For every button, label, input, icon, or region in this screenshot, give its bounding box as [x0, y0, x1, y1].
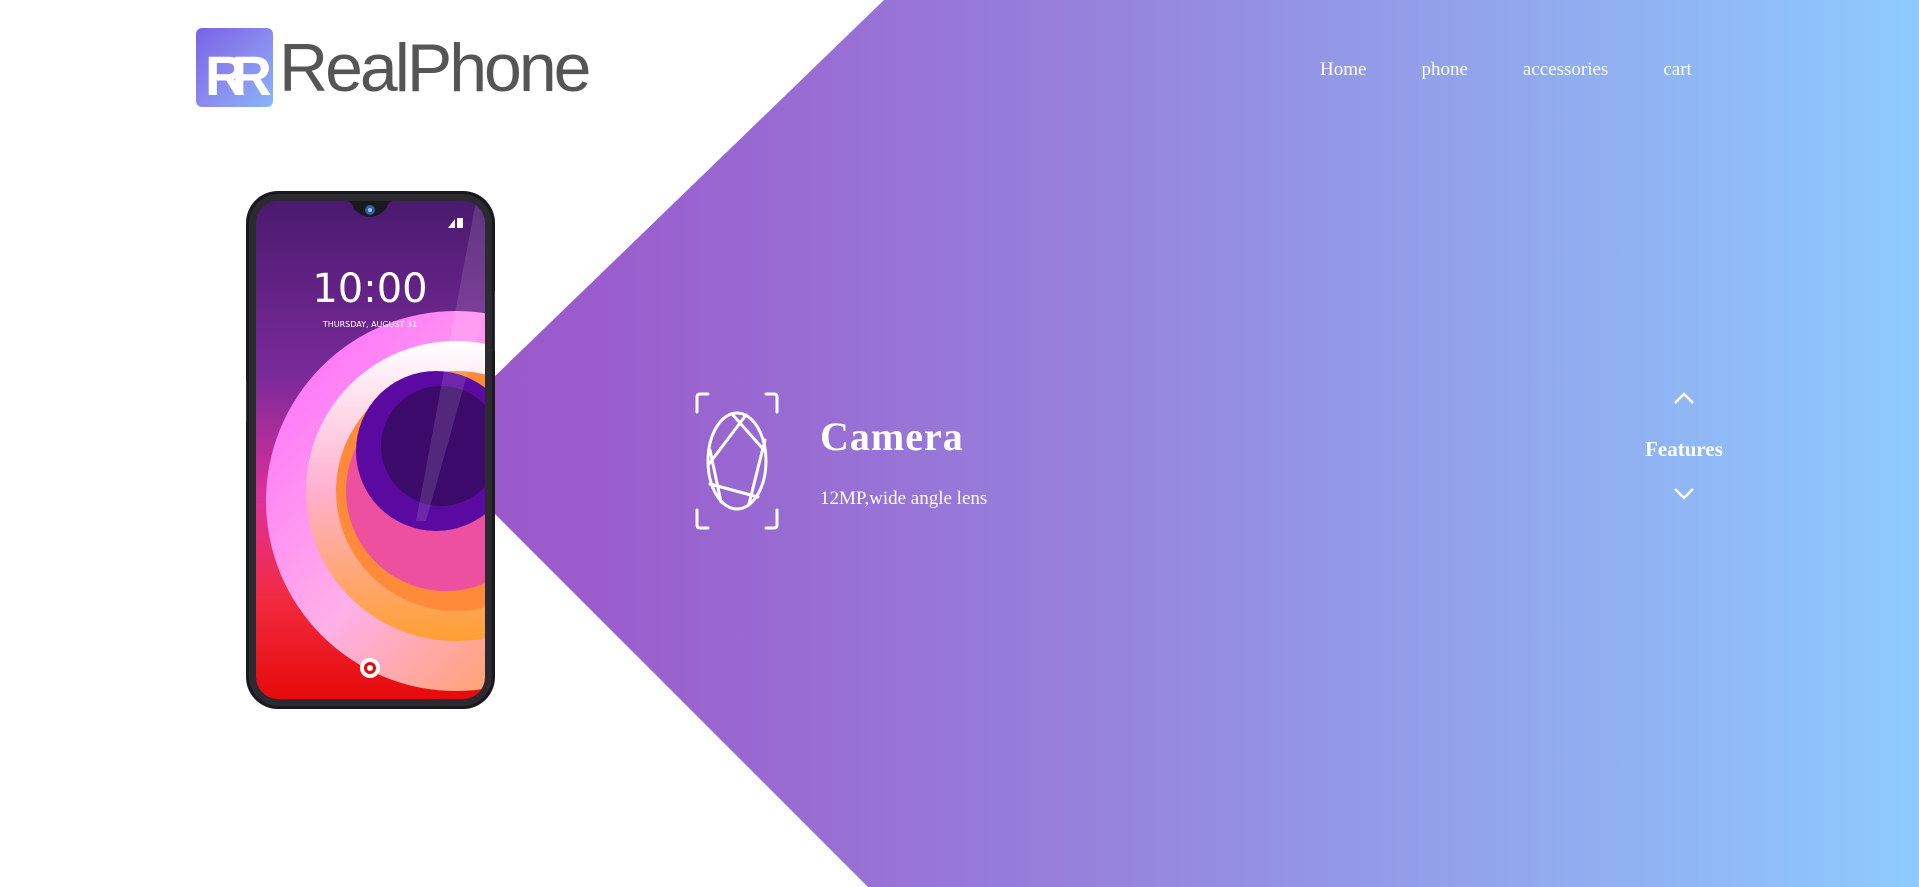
features-label: Features — [1645, 437, 1723, 461]
feature-title: Camera — [820, 414, 964, 459]
page: RR RealPhone Home phone accessories cart — [0, 0, 1919, 887]
chevron-down-icon[interactable] — [1672, 486, 1696, 502]
nav-home[interactable]: Home — [1320, 58, 1366, 82]
feature-description: 12MP,wide angle lens — [820, 488, 988, 509]
feature-navigator: Features — [1620, 384, 1748, 514]
brand-logo[interactable]: RR RealPhone — [196, 28, 591, 107]
chevron-up-icon[interactable] — [1672, 390, 1696, 406]
main-nav: Home phone accessories cart — [1320, 58, 1692, 82]
phone-image: 10:00 THURSDAY, AUGUST 31 — [243, 191, 498, 709]
nav-cart[interactable]: cart — [1663, 58, 1691, 82]
logo-mark-letters: RR — [205, 44, 271, 107]
nav-accessories[interactable]: accessories — [1523, 58, 1608, 82]
camera-aperture-icon — [694, 392, 780, 530]
phone-date: THURSDAY, AUGUST 31 — [322, 320, 417, 329]
nav-phone[interactable]: phone — [1421, 58, 1467, 82]
brand-name: RealPhone — [279, 29, 591, 106]
phone-time: 10:00 — [312, 266, 427, 312]
logo-mark-icon: RR — [196, 28, 273, 107]
